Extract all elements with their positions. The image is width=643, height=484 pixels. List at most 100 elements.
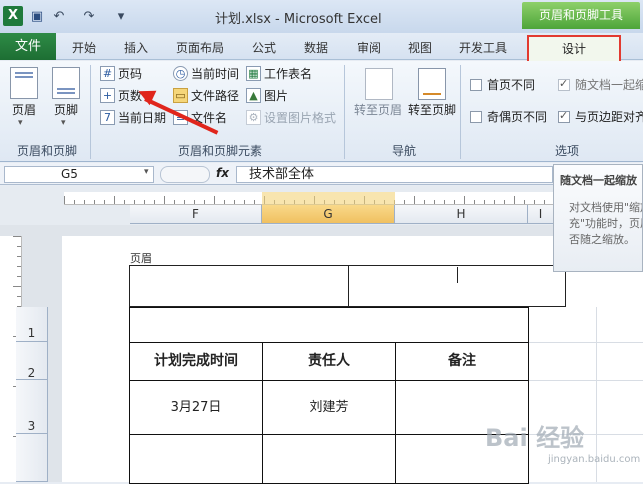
header-left-section[interactable] <box>129 265 349 307</box>
ruler-tick <box>504 200 505 204</box>
ruler-tick <box>13 236 21 237</box>
group-label-elements: 页眉和页脚元素 <box>177 144 262 158</box>
ruler-tick <box>114 196 115 204</box>
ruler-tick <box>444 200 445 204</box>
ruler-tick <box>464 196 465 204</box>
tab-view[interactable]: 视图 <box>408 39 432 56</box>
ruler-tick <box>17 266 21 267</box>
formula-bar-grip[interactable] <box>160 166 210 183</box>
ruler-tick <box>164 196 165 204</box>
column-header-i[interactable]: I <box>528 205 554 224</box>
tab-formulas[interactable]: 公式 <box>252 39 276 56</box>
tab-review[interactable]: 审阅 <box>357 39 381 56</box>
ruler-tick <box>544 200 545 204</box>
ruler-tick <box>144 200 145 204</box>
column-header-h[interactable]: H <box>395 205 528 224</box>
header-dropdown-icon[interactable]: ▾ <box>18 118 23 128</box>
tab-insert[interactable]: 插入 <box>124 39 148 56</box>
ruler-tick <box>17 296 21 297</box>
ruler-tick <box>484 200 485 204</box>
redo-icon[interactable]: ↷ <box>80 7 98 25</box>
merged-title-cell[interactable] <box>129 307 529 343</box>
group-label-options: 选项 <box>554 144 579 158</box>
tab-developer[interactable]: 开发工具 <box>459 39 507 56</box>
sheet-name-button[interactable]: ▦ 工作表名 <box>246 64 312 82</box>
align-margins-checkbox[interactable] <box>558 109 570 123</box>
ruler-tick <box>254 200 255 204</box>
row-header-3[interactable]: 3 <box>16 380 48 434</box>
save-icon[interactable]: ▣ <box>28 7 46 25</box>
tab-page-layout[interactable]: 页面布局 <box>176 39 224 56</box>
header-footer-tools-title: 页眉和页脚工具 <box>522 2 640 29</box>
ruler-tick <box>94 200 95 204</box>
tab-design[interactable]: 设计 <box>527 35 621 64</box>
formula-input[interactable]: 技术部全体 <box>236 166 553 183</box>
ruler-tick <box>424 200 425 204</box>
tab-data[interactable]: 数据 <box>304 39 328 56</box>
picture-button[interactable]: ▲ 图片 <box>246 86 288 104</box>
page-number-button[interactable]: # 页码 <box>100 64 142 82</box>
insert-function-icon[interactable]: fx <box>216 166 229 180</box>
excel-icon[interactable]: X <box>3 6 23 26</box>
header-button[interactable] <box>10 67 38 99</box>
scale-with-document-checkbox[interactable] <box>558 77 570 91</box>
go-to-footer-button[interactable]: 转至页脚 <box>404 101 460 118</box>
format-picture-button[interactable]: ⚙ 设置图片格式 <box>246 108 336 126</box>
table-cell-owner[interactable]: 刘建芳 <box>262 380 396 435</box>
tab-home[interactable]: 开始 <box>72 39 96 56</box>
table-cell[interactable] <box>129 434 263 484</box>
ruler-tick <box>214 196 215 204</box>
row-header-4[interactable] <box>16 434 48 482</box>
ruler-tick <box>244 200 245 204</box>
tooltip: 随文档一起缩放 对文档使用"缩放以填充"功能时，页眉和页脚是否随之缩放。 <box>553 164 643 272</box>
table-cell[interactable] <box>262 434 396 484</box>
current-time-button[interactable]: ◷ 当前时间 <box>173 64 239 82</box>
table-header-owner[interactable]: 责任人 <box>262 342 396 381</box>
header-label[interactable]: 页眉 <box>6 101 42 118</box>
watermark-url: jingyan.baidu.com <box>548 454 641 465</box>
odd-even-label: 奇偶页不同 <box>487 110 548 124</box>
go-to-header-icon <box>365 68 393 100</box>
name-box-dropdown-icon[interactable]: ▾ <box>144 167 149 177</box>
ruler-tick <box>404 200 405 204</box>
ruler-selection <box>262 192 395 205</box>
table-header-notes[interactable]: 备注 <box>395 342 529 381</box>
group-separator <box>344 65 345 159</box>
row-header-2[interactable]: 2 <box>16 342 48 380</box>
ruler-tick <box>234 200 235 204</box>
row-header-1[interactable]: 1 <box>16 307 48 342</box>
undo-icon[interactable]: ↶ <box>50 7 68 25</box>
scale-with-document-label: 随文档一起缩 <box>575 78 643 92</box>
ruler-tick <box>104 200 105 204</box>
footer-button[interactable] <box>52 67 80 99</box>
footer-dropdown-icon[interactable]: ▾ <box>61 118 66 128</box>
calendar-icon: 7 <box>100 109 115 125</box>
ruler-tick <box>64 196 65 204</box>
file-path-button[interactable]: ▭ 文件路径 <box>173 86 239 104</box>
current-date-button[interactable]: 7 当前日期 <box>100 108 166 126</box>
text-cursor <box>457 267 458 283</box>
ruler-tick <box>454 200 455 204</box>
ruler-tick <box>174 200 175 204</box>
tab-file[interactable]: 文件 <box>0 33 56 60</box>
table-header-deadline[interactable]: 计划完成时间 <box>129 342 263 381</box>
column-header-g[interactable]: G <box>262 205 395 224</box>
column-header-f[interactable]: F <box>130 205 262 224</box>
picture-icon: ▲ <box>246 87 261 103</box>
footer-label[interactable]: 页脚 <box>48 101 84 118</box>
group-separator <box>460 65 461 159</box>
go-to-footer-icon <box>418 68 446 100</box>
name-box[interactable]: G5 <box>4 166 154 183</box>
ruler-tick <box>17 276 21 277</box>
ruler-tick <box>204 200 205 204</box>
first-page-checkbox[interactable] <box>470 79 482 91</box>
customize-qat-icon[interactable]: ▾ <box>112 7 130 25</box>
tooltip-title: 随文档一起缩放 <box>560 174 637 187</box>
window-title: 计划.xlsx - Microsoft Excel <box>215 12 382 27</box>
odd-even-checkbox[interactable] <box>470 111 482 123</box>
page-count-icon: + <box>100 87 115 103</box>
tooltip-body: 对文档使用"缩放以填充"功能时，页眉和页脚是否随之缩放。 <box>569 201 642 246</box>
table-cell-deadline[interactable]: 3月27日 <box>129 380 263 435</box>
go-to-header-button[interactable]: 转至页眉 <box>350 101 406 118</box>
group-label-header-footer: 页眉和页脚 <box>16 144 77 158</box>
